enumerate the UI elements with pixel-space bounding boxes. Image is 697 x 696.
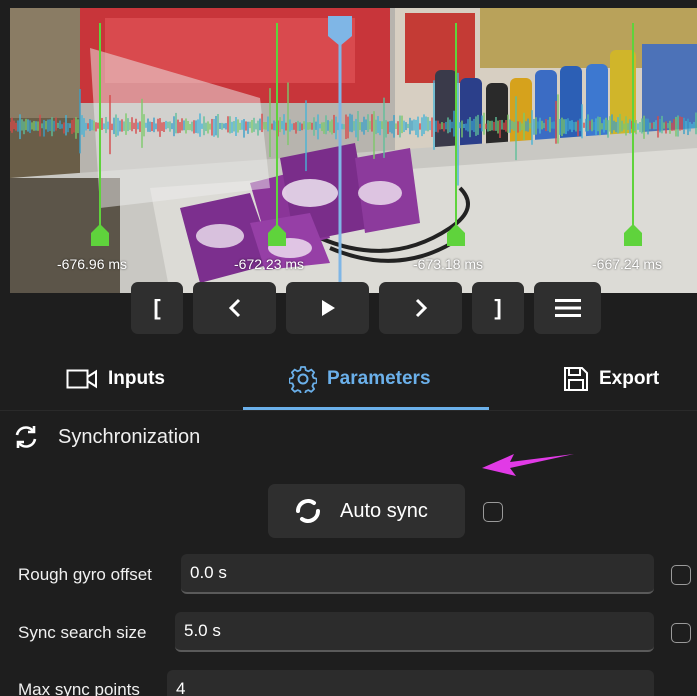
tab-label: Parameters [327, 368, 431, 389]
sync-search-size-input[interactable]: 5.0 s [175, 612, 654, 652]
auto-sync-label: Auto sync [340, 499, 428, 522]
chevron-left-icon [228, 298, 240, 318]
sync-offset-label: -676.96 ms [57, 256, 128, 272]
rough-gyro-offset-checkbox[interactable] [671, 565, 691, 585]
tab-bar: Inputs Parameters Export [0, 348, 697, 410]
sync-point-handle [447, 224, 465, 246]
sync-point-handle [624, 224, 642, 246]
sync-offset-label: -673.18 ms [413, 256, 484, 272]
save-icon [564, 367, 588, 391]
sync-point-handle [268, 224, 286, 246]
auto-sync-button[interactable]: Auto sync [268, 484, 465, 538]
auto-sync-icon [296, 499, 320, 523]
tab-parameters[interactable]: Parameters [289, 348, 431, 410]
section-title: Synchronization [58, 425, 201, 448]
max-sync-points-label: Max sync points [18, 680, 140, 696]
tab-inputs[interactable]: Inputs [66, 348, 165, 410]
set-end-button[interactable]: ] [472, 282, 524, 334]
bracket-left-icon: [ [153, 295, 161, 320]
max-sync-points-value: 4 [176, 679, 186, 696]
sync-search-size-label: Sync search size [18, 623, 147, 642]
annotation-arrow-icon [482, 454, 574, 476]
hamburger-menu-icon [554, 299, 581, 317]
set-start-button[interactable]: [ [131, 282, 183, 334]
menu-button[interactable] [534, 282, 601, 334]
rough-gyro-offset-value: 0.0 s [190, 563, 227, 582]
gyro-overlay [10, 16, 697, 293]
rough-gyro-offset-label: Rough gyro offset [18, 565, 152, 584]
synchronization-section-header[interactable]: Synchronization [12, 424, 200, 450]
play-button[interactable] [286, 282, 369, 334]
transport-bar: [ ] [0, 282, 697, 348]
tab-export[interactable]: Export [563, 348, 659, 410]
playhead-handle [328, 16, 352, 46]
gyro-waveform [10, 72, 697, 186]
auto-sync-checkbox[interactable] [483, 502, 503, 522]
max-sync-points-input[interactable]: 4 [167, 670, 654, 696]
previous-frame-button[interactable] [193, 282, 276, 334]
sync-search-size-value: 5.0 s [184, 621, 221, 640]
sync-offset-label: -667.24 ms [592, 256, 663, 272]
tab-divider [0, 410, 697, 411]
tab-label: Export [599, 368, 660, 389]
video-camera-icon [66, 369, 97, 389]
rough-gyro-offset-input[interactable]: 0.0 s [181, 554, 654, 594]
chevron-right-icon [415, 298, 427, 318]
video-preview[interactable]: -676.96 ms -672.23 ms -673.18 ms -667.24… [10, 8, 697, 293]
play-icon [321, 300, 335, 316]
tab-label: Inputs [108, 368, 165, 389]
active-tab-indicator [243, 407, 489, 410]
sync-icon [15, 426, 37, 448]
bracket-right-icon: ] [494, 295, 502, 320]
sync-point-handle [91, 224, 109, 246]
gear-icon [289, 366, 317, 393]
sync-offset-label: -672.23 ms [234, 256, 305, 272]
next-frame-button[interactable] [379, 282, 462, 334]
sync-search-size-checkbox[interactable] [671, 623, 691, 643]
